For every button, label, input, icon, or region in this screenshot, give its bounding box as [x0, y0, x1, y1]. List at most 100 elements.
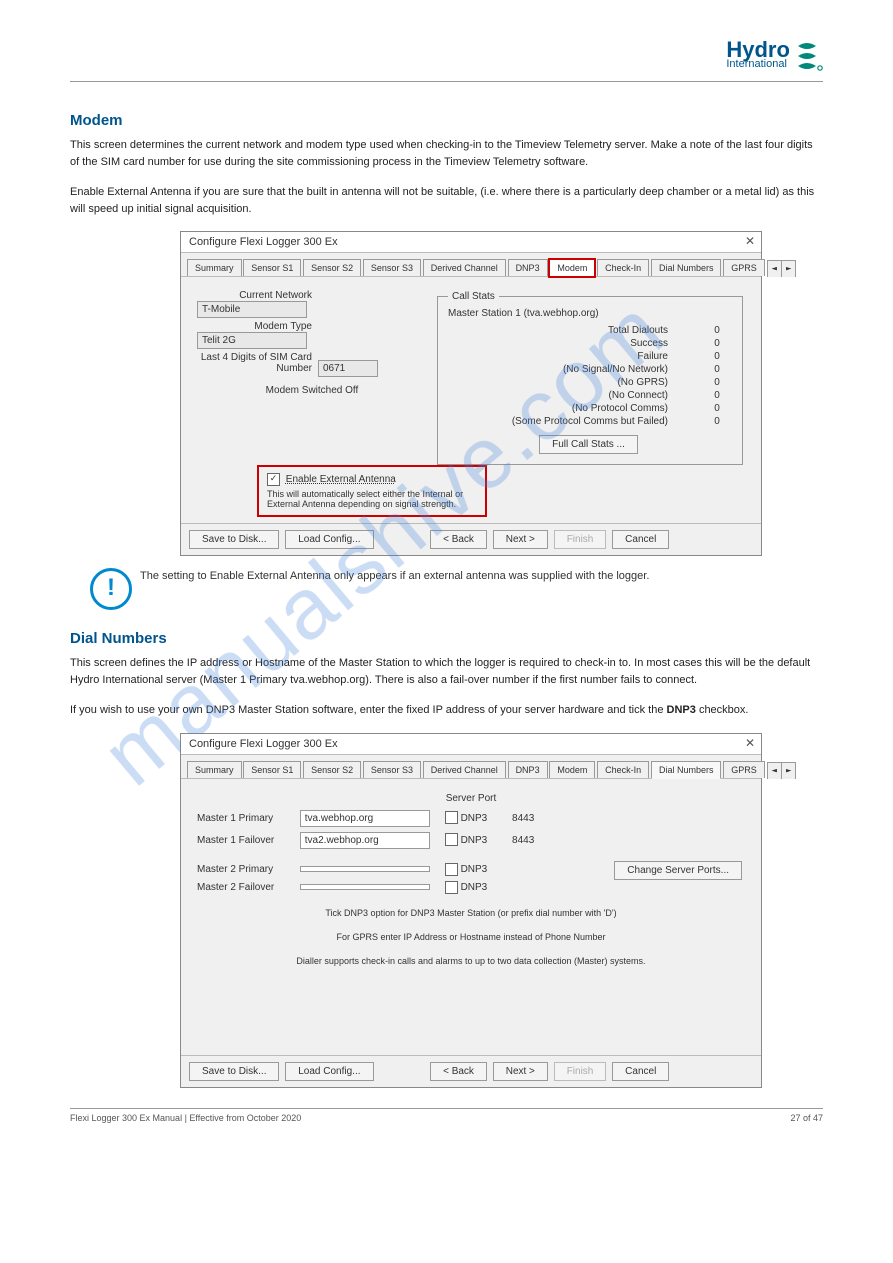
load-button[interactable]: Load Config...	[285, 1062, 373, 1081]
dial-para-1: This screen defines the IP address or Ho…	[70, 655, 823, 688]
footer-left: Flexi Logger 300 Ex Manual | Effective f…	[70, 1113, 301, 1123]
call-stats-legend: Call Stats	[448, 291, 499, 302]
tab-dnp3[interactable]: DNP3	[508, 761, 548, 778]
stat-key: (No Protocol Comms)	[448, 403, 668, 414]
enable-antenna-checkbox[interactable]: ✓	[267, 473, 280, 486]
modem-type-value: Telit 2G	[197, 332, 307, 349]
modem-para-1: This screen determines the current netwo…	[70, 137, 823, 170]
modem-para-2: Enable External Antenna if you are sure …	[70, 184, 823, 217]
stat-val: 0	[702, 377, 732, 388]
stat-key: Failure	[448, 351, 668, 362]
current-network-label: Current Network	[197, 290, 318, 301]
m1p-dnp3-label: DNP3	[461, 813, 488, 824]
load-button[interactable]: Load Config...	[285, 530, 373, 549]
tab-scroll-left[interactable]: ◄	[767, 260, 782, 277]
stat-val: 0	[702, 403, 732, 414]
tab-dialnumbers[interactable]: Dial Numbers	[651, 259, 722, 276]
next-button[interactable]: Next >	[493, 530, 548, 549]
dial-heading: Dial Numbers	[70, 630, 823, 647]
modem-dialog: Configure Flexi Logger 300 Ex ✕ Summary …	[180, 231, 762, 556]
enable-antenna-label: Enable External Antenna	[286, 474, 396, 485]
tab-modem[interactable]: Modem	[549, 259, 595, 277]
dialog-button-bar: Save to Disk... Load Config... < Back Ne…	[181, 1055, 761, 1087]
header-rule	[70, 81, 823, 82]
tab-scroll-right[interactable]: ►	[781, 762, 796, 779]
save-button[interactable]: Save to Disk...	[189, 1062, 279, 1081]
tab-checkin[interactable]: Check-In	[597, 259, 649, 276]
external-antenna-box: ✓ Enable External Antenna This will auto…	[257, 465, 487, 517]
tab-summary[interactable]: Summary	[187, 259, 242, 276]
m1f-port: 8443	[512, 835, 572, 846]
m1p-dnp3-checkbox[interactable]	[445, 811, 458, 824]
modem-status: Modem Switched Off	[197, 385, 427, 396]
m1p-label: Master 1 Primary	[197, 813, 297, 824]
save-button[interactable]: Save to Disk...	[189, 530, 279, 549]
next-button[interactable]: Next >	[493, 1062, 548, 1081]
m2f-input[interactable]	[300, 884, 430, 890]
stat-val: 0	[702, 325, 732, 336]
tab-summary[interactable]: Summary	[187, 761, 242, 778]
m2f-dnp3-checkbox[interactable]	[445, 881, 458, 894]
stat-key: (No Connect)	[448, 390, 668, 401]
dial-help-1: Tick DNP3 option for DNP3 Master Station…	[197, 908, 745, 918]
finish-button: Finish	[554, 530, 607, 549]
close-icon[interactable]: ✕	[745, 234, 755, 248]
back-button[interactable]: < Back	[430, 530, 487, 549]
tab-derived[interactable]: Derived Channel	[423, 259, 506, 276]
logo: Hydro International	[70, 40, 823, 73]
info-icon: !	[90, 568, 132, 610]
dial-help-2: For GPRS enter IP Address or Hostname in…	[197, 932, 745, 942]
stat-key: Success	[448, 338, 668, 349]
m1f-input[interactable]: tva2.webhop.org	[300, 832, 430, 849]
m2p-input[interactable]	[300, 866, 430, 872]
m2p-dnp3-label: DNP3	[461, 864, 488, 875]
tab-gprs[interactable]: GPRS	[723, 259, 765, 276]
tab-scroll-right[interactable]: ►	[781, 260, 796, 277]
tab-sensor-s1[interactable]: Sensor S1	[243, 259, 301, 276]
tab-dnp3[interactable]: DNP3	[508, 259, 548, 276]
m1p-port: 8443	[512, 813, 572, 824]
tab-sensor-s3[interactable]: Sensor S3	[363, 259, 421, 276]
sim-label: Last 4 Digits of SIM Card Number	[197, 352, 318, 374]
tab-scroll-left[interactable]: ◄	[767, 762, 782, 779]
tab-checkin[interactable]: Check-In	[597, 761, 649, 778]
note-text: The setting to Enable External Antenna o…	[140, 568, 823, 585]
server-port-header: Server Port	[197, 793, 745, 804]
tab-gprs[interactable]: GPRS	[723, 761, 765, 778]
m1f-dnp3-checkbox[interactable]	[445, 833, 458, 846]
back-button[interactable]: < Back	[430, 1062, 487, 1081]
dialog-title: Configure Flexi Logger 300 Ex	[189, 236, 338, 248]
tab-dialnumbers[interactable]: Dial Numbers	[651, 761, 722, 779]
close-icon[interactable]: ✕	[745, 736, 755, 750]
footer: Flexi Logger 300 Ex Manual | Effective f…	[70, 1113, 823, 1123]
dialog-button-bar: Save to Disk... Load Config... < Back Ne…	[181, 523, 761, 555]
m2f-dnp3-label: DNP3	[461, 882, 488, 893]
stat-val: 0	[702, 390, 732, 401]
cancel-button[interactable]: Cancel	[612, 530, 669, 549]
stat-val: 0	[702, 338, 732, 349]
dial-dialog: Configure Flexi Logger 300 Ex ✕ Summary …	[180, 733, 762, 1088]
tab-sensor-s1[interactable]: Sensor S1	[243, 761, 301, 778]
logo-wave-icon	[797, 42, 823, 75]
stat-key: (No Signal/No Network)	[448, 364, 668, 375]
m2f-label: Master 2 Failover	[197, 882, 297, 893]
tab-sensor-s2[interactable]: Sensor S2	[303, 761, 361, 778]
tab-derived[interactable]: Derived Channel	[423, 761, 506, 778]
logo-sub: International	[726, 60, 790, 70]
tab-sensor-s3[interactable]: Sensor S3	[363, 761, 421, 778]
stat-key: Total Dialouts	[448, 325, 668, 336]
tab-modem[interactable]: Modem	[549, 761, 595, 778]
m1p-input[interactable]: tva.webhop.org	[300, 810, 430, 827]
call-stats-group: Call Stats Master Station 1 (tva.webhop.…	[437, 291, 743, 465]
m1f-dnp3-label: DNP3	[461, 835, 488, 846]
modem-type-label: Modem Type	[197, 321, 318, 332]
full-call-stats-button[interactable]: Full Call Stats ...	[539, 435, 638, 454]
finish-button: Finish	[554, 1062, 607, 1081]
footer-rule	[70, 1108, 823, 1109]
m2p-dnp3-checkbox[interactable]	[445, 863, 458, 876]
master-station-label: Master Station 1 (tva.webhop.org)	[448, 308, 732, 319]
tab-sensor-s2[interactable]: Sensor S2	[303, 259, 361, 276]
change-server-ports-button[interactable]: Change Server Ports...	[614, 861, 742, 880]
dialog-titlebar: Configure Flexi Logger 300 Ex ✕	[181, 232, 761, 253]
cancel-button[interactable]: Cancel	[612, 1062, 669, 1081]
